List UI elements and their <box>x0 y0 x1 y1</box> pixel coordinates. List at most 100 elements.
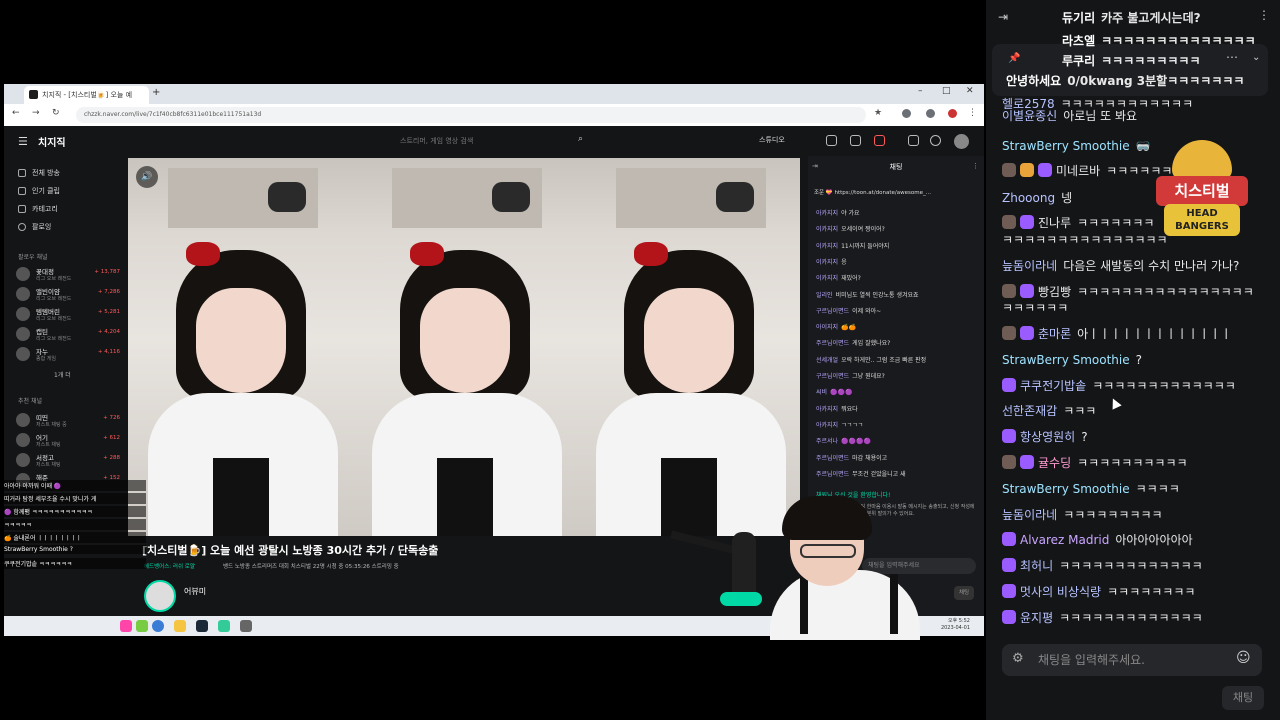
browser-tab[interactable]: 치지직 - [치스티벌🍺] 오늘 예 <box>24 86 149 104</box>
chat-nickname[interactable]: 늪돔이라네 <box>1002 508 1057 522</box>
account-avatar-icon[interactable] <box>948 109 957 118</box>
search-icon[interactable]: ⌕ <box>578 134 583 144</box>
new-tab-button[interactable]: + <box>152 87 160 98</box>
chat-nickname[interactable]: 윤지평 <box>1020 611 1053 625</box>
steam-icon[interactable] <box>196 620 208 632</box>
nav-following[interactable]: 팔로잉 <box>18 222 51 232</box>
embedded-pinned-message[interactable]: 조운 💝 https://toon.at/donate/awesome_... <box>814 188 978 196</box>
close-window-icon[interactable]: ✕ <box>966 86 974 96</box>
chat-nickname[interactable]: 이별윤종신 <box>1002 109 1057 123</box>
chrome-icon[interactable] <box>152 620 164 632</box>
back-arrow-icon[interactable]: ← <box>12 108 20 118</box>
app-icon[interactable] <box>218 620 230 632</box>
url-field[interactable]: chzzk.naver.com/live/7c1f40cb8fc6311e01b… <box>76 107 866 123</box>
settings-gear-icon[interactable] <box>240 620 252 632</box>
overlay-chat-line: ㅋㅋㅋㅋㅋ <box>2 519 146 530</box>
user-avatar[interactable] <box>954 134 969 149</box>
show-more-button[interactable]: 1개 더 <box>54 370 71 379</box>
wrench-icon[interactable] <box>908 135 919 146</box>
chat-nickname[interactable]: StrawBerry Smoothie <box>1002 482 1130 496</box>
extension-icon[interactable] <box>902 109 911 118</box>
embedded-send-button[interactable]: 채팅 <box>954 586 974 600</box>
site-logo[interactable]: 치지직 <box>38 134 66 149</box>
chat-message: 윤지평 ㅋㅋㅋㅋㅋㅋㅋㅋㅋㅋㅋㅋㅋ <box>1002 610 1274 627</box>
emoji-icon[interactable]: ☺ <box>1236 650 1251 666</box>
streamer-webcam <box>670 496 930 640</box>
chat-message-text: 아ㅣㅣㅣㅣㅣㅣㅣㅣㅣㅣㅣㅣㅣ <box>1077 327 1232 341</box>
chat-nickname[interactable]: 선한존재감 <box>1002 404 1057 418</box>
chat-nickname[interactable]: Zhooong <box>1002 191 1055 205</box>
studio-button[interactable]: 스튜디오 <box>759 135 785 145</box>
chat-nickname[interactable]: 진나루 <box>1038 216 1071 230</box>
site-search-input[interactable]: 스트리머, 게임 영상 검색 <box>384 134 594 149</box>
profile-icon[interactable] <box>926 109 935 118</box>
chat-message: 루쿠리 ㅋㅋㅋㅋㅋㅋㅋㅋㅋ <box>1062 53 1280 70</box>
chat-nickname[interactable]: 라츠엘 <box>1062 34 1095 48</box>
send-chat-button[interactable]: 채팅 <box>1222 686 1264 710</box>
recommended-section-title: 추천 채널 <box>18 398 42 405</box>
chat-nickname[interactable]: 늪돔이라네 <box>1002 259 1057 273</box>
recommended-channel[interactable]: 띠띤 저스트 채팅 중 + 726 <box>16 412 120 430</box>
chistival-logo: 치스티벌 HEAD BANGERS <box>1156 140 1248 250</box>
chat-input[interactable]: 채팅을 입력해주세요. <box>1038 651 1145 668</box>
nav-category[interactable]: 카테고리 <box>18 204 58 214</box>
chat-nickname[interactable]: 항상영원히 <box>1020 430 1075 444</box>
folder-icon[interactable] <box>174 620 186 632</box>
subscriber-heart-icon <box>1002 429 1016 443</box>
followed-channel[interactable]: 자누 종합 게임 + 4,116 <box>16 346 120 364</box>
stream-category[interactable]: 헤드뱅어스: 러쉬 로얄 <box>144 562 195 570</box>
streamer-name[interactable]: 어뷰미 <box>184 586 206 597</box>
chat-message-text: 다음은 새발동의 수치 만나러 가나? <box>1063 259 1240 273</box>
maximize-icon[interactable]: □ <box>942 86 951 96</box>
chat-nickname[interactable]: 멋사의 비상식량 <box>1020 585 1101 599</box>
chat-settings-gear-icon[interactable]: ⚙ <box>1012 651 1024 666</box>
clip-icon <box>18 187 26 195</box>
volume-icon[interactable]: 🔊 <box>136 166 158 188</box>
chat-nickname[interactable]: StrawBerry Smoothie <box>1002 139 1130 153</box>
streamer-avatar[interactable] <box>144 580 176 612</box>
reload-icon[interactable]: ↻ <box>52 108 60 118</box>
chat-message-text: ㅋㅋㅋㅋㅋㅋ <box>1002 301 1069 315</box>
notification-bell-icon[interactable] <box>874 135 885 146</box>
broadcast-icon <box>18 169 26 177</box>
overlay-chat-line: 🟣 함께팸 ㅋㅋㅋㅋㅋㅋㅋㅋㅋㅋㅋ <box>2 506 146 517</box>
subscriber-heart-icon <box>1020 455 1034 469</box>
chat-nickname[interactable]: 미네르바 <box>1056 164 1100 178</box>
minimize-icon[interactable]: – <box>918 86 923 96</box>
chat-nickname[interactable]: 빵김빵 <box>1038 285 1071 299</box>
chat-nickname[interactable]: StrawBerry Smoothie <box>1002 353 1130 367</box>
clip-icon[interactable] <box>850 135 861 146</box>
chat-nickname[interactable]: 안녕하세요 <box>1006 74 1061 88</box>
chat-message: 최허니 ㅋㅋㅋㅋㅋㅋㅋㅋㅋㅋㅋㅋㅋ <box>1002 558 1274 575</box>
chat-nickname[interactable]: 최허니 <box>1020 559 1053 573</box>
embedded-chat-message: 이카지지 11시까지 들어야지 <box>816 242 890 250</box>
hamburger-menu-icon[interactable]: ☰ <box>18 135 28 148</box>
chat-nickname[interactable]: 귤수딩 <box>1038 456 1071 470</box>
chat-nickname[interactable]: 루쿠리 <box>1062 54 1095 68</box>
followed-channel[interactable]: 캡틴 리그 오브 레전드 + 4,204 <box>16 326 120 344</box>
chat-nickname[interactable]: 듀기리 <box>1062 11 1095 25</box>
video-panel <box>128 158 352 536</box>
chat-message-text: ㅋㅋㅋㅋㅋㅋㅋㅋㅋㅋㅋㅋㅋ <box>1059 611 1203 625</box>
chat-nickname[interactable]: 춘마론 <box>1038 327 1071 341</box>
followed-channel[interactable]: 템템버린 리그 오브 레전드 + 5,281 <box>16 306 120 324</box>
more-icon[interactable]: ⋮ <box>972 162 979 170</box>
theme-sun-icon[interactable] <box>930 135 941 146</box>
browser-tab-bar: 치지직 - [치스티벌🍺] 오늘 예 + – □ ✕ <box>4 84 984 104</box>
nav-all-live[interactable]: 전체 방송 <box>18 168 60 178</box>
forward-arrow-icon[interactable]: → <box>32 108 40 118</box>
video-player[interactable]: 🔊 <box>128 158 800 536</box>
collapse-chat-icon[interactable]: ⇥ <box>998 10 1008 24</box>
embedded-chat-message: 구르님이면드 이제 와아~ <box>816 307 882 315</box>
recommended-channel[interactable]: 어기 저스트 채팅 + 612 <box>16 432 120 450</box>
followed-channel[interactable]: 앨빈이얌 리그 오브 레전드 + 7,286 <box>16 286 120 304</box>
browser-menu-icon[interactable]: ⋮ <box>968 108 977 118</box>
heart-icon <box>18 223 26 231</box>
recommended-channel[interactable]: 서정고 저스트 채팅 + 288 <box>16 452 120 470</box>
chat-nickname[interactable]: 쿠쿠전기밥솥 <box>1020 379 1086 393</box>
bookmark-star-icon[interactable]: ★ <box>874 108 882 118</box>
followed-channel[interactable]: 꽃대정 리그 오브 레전드 + 13,787 <box>16 266 120 284</box>
nav-popular-clips[interactable]: 인기 클립 <box>18 186 60 196</box>
chat-nickname[interactable]: Alvarez Madrid <box>1020 533 1109 547</box>
tv-icon[interactable] <box>826 135 837 146</box>
